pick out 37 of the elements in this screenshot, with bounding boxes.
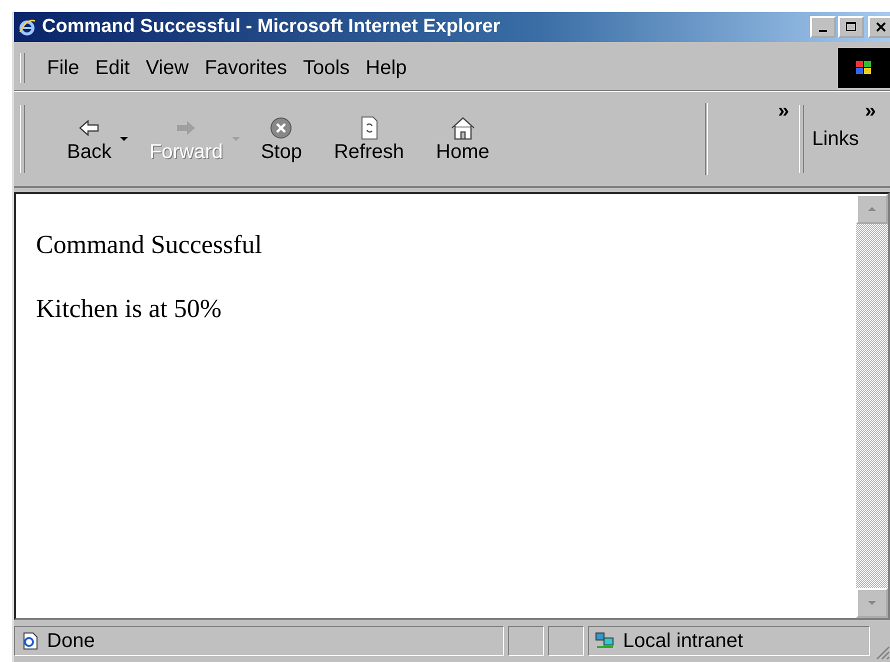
- scroll-up-button[interactable]: [856, 194, 888, 224]
- windows-logo-icon: [838, 48, 890, 88]
- network-computers-icon: [595, 632, 615, 650]
- status-pane: [548, 626, 584, 656]
- browser-logo-icon: [18, 18, 36, 36]
- menu-item[interactable]: Tools: [302, 56, 350, 80]
- up-arrow-icon: [868, 207, 876, 211]
- close-icon: [876, 22, 886, 32]
- status-pane: [508, 626, 544, 656]
- links-button[interactable]: Links: [812, 128, 859, 150]
- menu-item[interactable]: File: [47, 56, 80, 80]
- links-overflow-button[interactable]: »: [864, 100, 876, 123]
- resize-grip-icon[interactable]: [874, 644, 890, 660]
- toolbar-button[interactable]: Refresh: [322, 114, 416, 164]
- status-text: Done: [47, 630, 95, 652]
- maximize-button[interactable]: [838, 16, 864, 38]
- toolbar-button[interactable]: Back: [55, 114, 124, 164]
- menu-item[interactable]: Favorites: [204, 56, 287, 80]
- minimize-icon: [819, 30, 827, 32]
- close-button[interactable]: [868, 16, 890, 38]
- page-icon: [21, 632, 39, 650]
- minimize-button[interactable]: [810, 16, 836, 38]
- toolbar-button[interactable]: Home: [424, 114, 502, 164]
- vertical-scrollbar[interactable]: [856, 194, 888, 618]
- page-text: Command Successful: [36, 230, 264, 260]
- menu-item[interactable]: Help: [366, 56, 407, 80]
- scroll-down-button[interactable]: [856, 588, 888, 618]
- toolbar-overflow-button[interactable]: »: [778, 100, 790, 123]
- window-title: Command Successful - Microsoft Internet Explorer: [42, 16, 502, 38]
- maximize-icon: [846, 22, 856, 32]
- toolbar-button[interactable]: Stop: [248, 114, 314, 164]
- menu-item[interactable]: Edit: [95, 56, 130, 80]
- down-arrow-icon: [868, 601, 876, 605]
- zone-text: Local intranet: [623, 630, 744, 652]
- dropdown-arrow-icon[interactable]: [119, 136, 130, 142]
- page-text: Kitchen is at 50%: [36, 294, 223, 324]
- menu-item[interactable]: View: [146, 56, 189, 80]
